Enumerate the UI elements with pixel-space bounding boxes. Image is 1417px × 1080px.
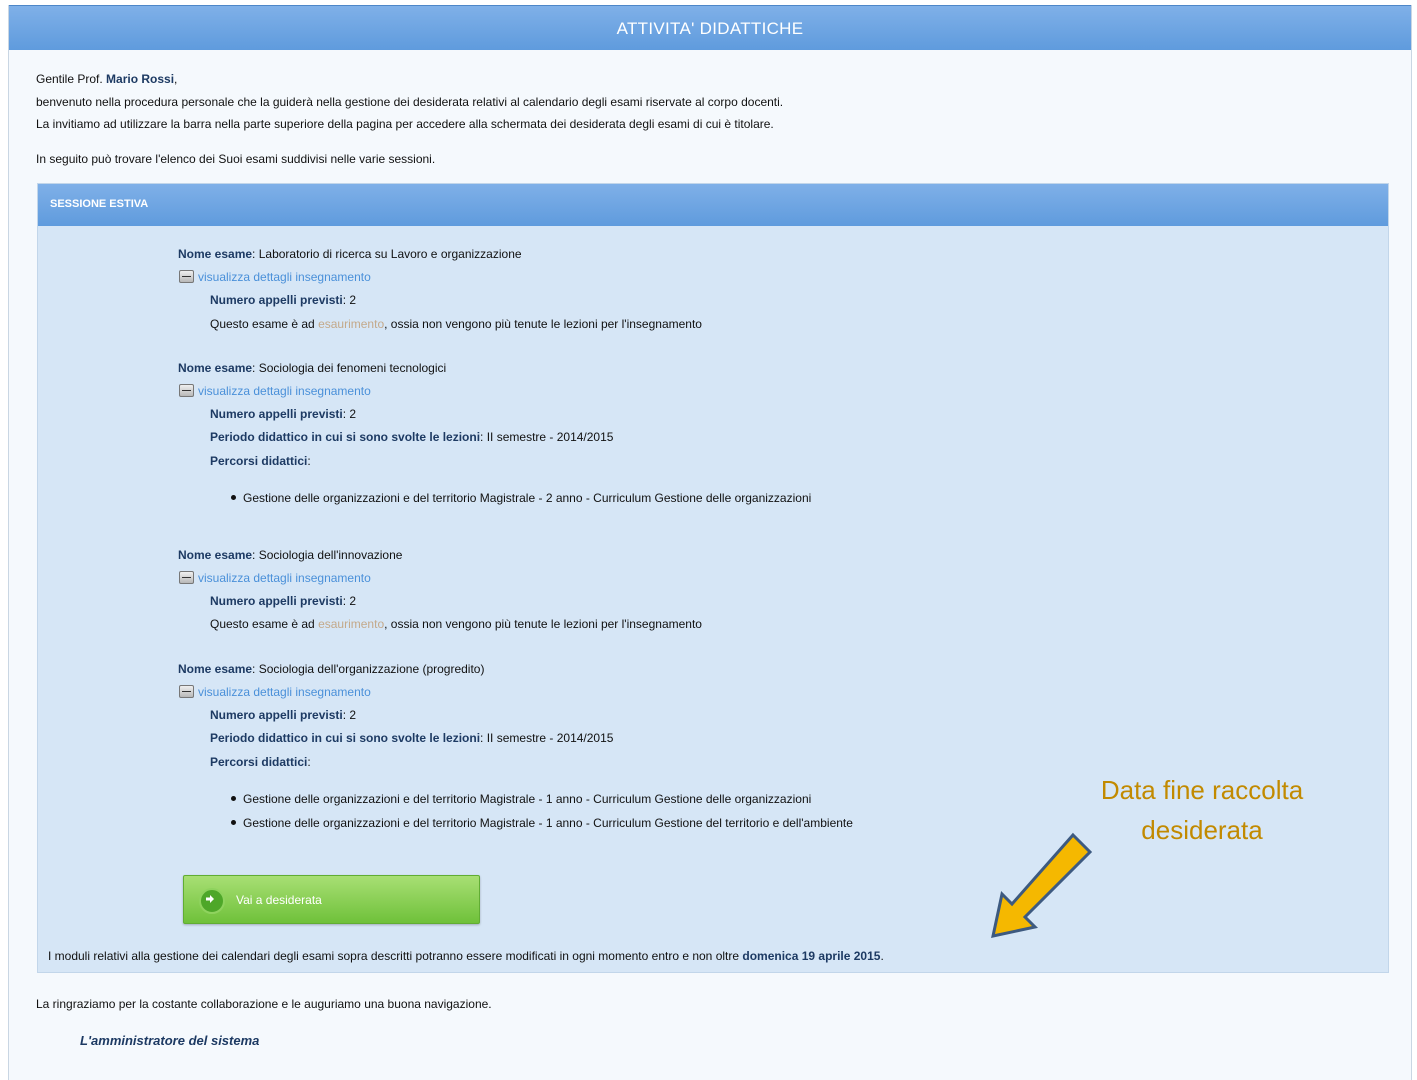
appelli-value: 2 bbox=[349, 407, 357, 421]
appelli-label: Numero appelli previsti bbox=[210, 708, 343, 722]
details-link[interactable]: visualizza dettagli insegnamento bbox=[198, 571, 371, 585]
button-label: Vai a desiderata bbox=[236, 893, 322, 907]
collapse-icon[interactable] bbox=[179, 685, 194, 699]
exam-2-periodo: Periodo didattico in cui si sono svolte … bbox=[210, 430, 614, 444]
percorso-item: Gestione delle organizzazioni e del terr… bbox=[231, 491, 811, 505]
exam-name-label: Nome esame bbox=[178, 361, 253, 375]
appelli-label: Numero appelli previsti bbox=[210, 594, 343, 608]
session-panel: SESSIONE ESTIVA Nome esame: Laboratorio … bbox=[37, 183, 1389, 973]
periodo-value: II semestre - 2014/2015 bbox=[486, 731, 614, 745]
exam-1-details-toggle[interactable]: visualizza dettagli insegnamento bbox=[179, 270, 371, 284]
details-link[interactable]: visualizza dettagli insegnamento bbox=[198, 685, 371, 699]
percorso-text: Gestione delle organizzazioni e del terr… bbox=[243, 792, 812, 806]
exam-name-value: Sociologia dell'organizzazione (progredi… bbox=[258, 662, 485, 676]
esaurimento-post: , ossia non vengono più tenute le lezion… bbox=[384, 617, 702, 631]
session-title: SESSIONE ESTIVA bbox=[50, 198, 149, 210]
periodo-value: II semestre - 2014/2015 bbox=[486, 430, 614, 444]
exam-name-value: Laboratorio di ricerca su Lavoro e organ… bbox=[258, 247, 522, 261]
greeting: Gentile Prof. Mario Rossi, bbox=[36, 72, 177, 86]
greeting-prefix: Gentile Prof. bbox=[36, 72, 107, 86]
exam-name-label: Nome esame bbox=[178, 548, 253, 562]
vai-a-desiderata-button[interactable]: Vai a desiderata bbox=[183, 875, 480, 924]
professor-name: Mario Rossi bbox=[106, 72, 175, 86]
percorso-text: Gestione delle organizzazioni e del terr… bbox=[243, 816, 853, 830]
signature: L'amministratore del sistema bbox=[80, 1033, 260, 1048]
exam-2-percorsi: Percorsi didattici: bbox=[210, 454, 311, 468]
page-title: ATTIVITA' DIDATTICHE bbox=[616, 19, 804, 38]
exam-4-appelli: Numero appelli previsti: 2 bbox=[210, 708, 357, 722]
page-frame: ATTIVITA' DIDATTICHE Gentile Prof. Mario… bbox=[8, 5, 1412, 1080]
percorso-text: Gestione delle organizzazioni e del terr… bbox=[243, 491, 812, 505]
exam-3-appelli: Numero appelli previsti: 2 bbox=[210, 594, 357, 608]
exam-2-name: Nome esame: Sociologia dei fenomeni tecn… bbox=[178, 361, 447, 375]
percorsi-label: Percorsi didattici bbox=[210, 755, 308, 769]
exam-4-percorsi: Percorsi didattici: bbox=[210, 755, 311, 769]
appelli-label: Numero appelli previsti bbox=[210, 293, 343, 307]
details-link[interactable]: visualizza dettagli insegnamento bbox=[198, 384, 371, 398]
exam-1-name: Nome esame: Laboratorio di ricerca su La… bbox=[178, 247, 522, 261]
annotation-line-2: desiderata bbox=[1141, 815, 1263, 845]
collapse-icon[interactable] bbox=[179, 384, 194, 398]
collapse-icon[interactable] bbox=[179, 571, 194, 585]
exam-2-details-toggle[interactable]: visualizza dettagli insegnamento bbox=[179, 384, 371, 398]
exam-3-details-toggle[interactable]: visualizza dettagli insegnamento bbox=[179, 571, 371, 585]
annotation-line-1: Data fine raccolta bbox=[1100, 775, 1304, 805]
bullet bbox=[231, 796, 236, 802]
deadline-end: . bbox=[880, 949, 884, 963]
appelli-value: 2 bbox=[349, 293, 357, 307]
esaurimento-pre: Questo esame è ad bbox=[210, 617, 319, 631]
deadline-notice: I moduli relativi alla gestione dei cale… bbox=[48, 949, 884, 963]
exam-3-esaurimento: Questo esame è ad esaurimento, ossia non… bbox=[210, 617, 702, 631]
exam-4-details-toggle[interactable]: visualizza dettagli insegnamento bbox=[179, 685, 371, 699]
intro-line-3: La invitiamo ad utilizzare la barra nell… bbox=[36, 117, 774, 131]
annotation-text: Data fine raccolta desiderata bbox=[1062, 770, 1342, 850]
percorso-item: Gestione delle organizzazioni e del terr… bbox=[231, 792, 811, 806]
header-bar: ATTIVITA' DIDATTICHE bbox=[9, 5, 1411, 50]
esaurimento-word: esaurimento bbox=[318, 317, 385, 331]
exam-name-value: Sociologia dell'innovazione bbox=[258, 548, 403, 562]
bullet bbox=[231, 495, 236, 501]
exam-1-esaurimento: Questo esame è ad esaurimento, ossia non… bbox=[210, 317, 702, 331]
exam-4-name: Nome esame: Sociologia dell'organizzazio… bbox=[178, 662, 485, 676]
exam-name-value: Sociologia dei fenomeni tecnologici bbox=[258, 361, 447, 375]
esaurimento-word: esaurimento bbox=[318, 617, 385, 631]
deadline-text: I moduli relativi alla gestione dei cale… bbox=[48, 949, 743, 963]
thanks-text: La ringraziamo per la costante collabora… bbox=[36, 997, 492, 1011]
intro-line-2: benvenuto nella procedura personale che … bbox=[36, 95, 784, 109]
appelli-label: Numero appelli previsti bbox=[210, 407, 343, 421]
exam-1-appelli: Numero appelli previsti: 2 bbox=[210, 293, 357, 307]
exam-name-label: Nome esame bbox=[178, 247, 253, 261]
exam-2-appelli: Numero appelli previsti: 2 bbox=[210, 407, 357, 421]
percorso-item: Gestione delle organizzazioni e del terr… bbox=[231, 816, 853, 830]
periodo-label: Periodo didattico in cui si sono svolte … bbox=[210, 430, 481, 444]
deadline-date: domenica 19 aprile 2015 bbox=[742, 949, 881, 963]
bullet bbox=[231, 820, 236, 826]
appelli-value: 2 bbox=[349, 708, 357, 722]
exam-3-name: Nome esame: Sociologia dell'innovazione bbox=[178, 548, 403, 562]
esaurimento-pre: Questo esame è ad bbox=[210, 317, 319, 331]
exam-4-periodo: Periodo didattico in cui si sono svolte … bbox=[210, 731, 614, 745]
arrow-down-left-icon bbox=[991, 832, 1093, 938]
arrow-right-icon bbox=[199, 888, 225, 914]
details-link[interactable]: visualizza dettagli insegnamento bbox=[198, 270, 371, 284]
esaurimento-post: , ossia non vengono più tenute le lezion… bbox=[384, 317, 702, 331]
exam-name-label: Nome esame bbox=[178, 662, 253, 676]
greeting-suffix: , bbox=[174, 72, 178, 86]
periodo-label: Periodo didattico in cui si sono svolte … bbox=[210, 731, 481, 745]
percorsi-label: Percorsi didattici bbox=[210, 454, 308, 468]
collapse-icon[interactable] bbox=[179, 270, 194, 284]
appelli-value: 2 bbox=[349, 594, 357, 608]
session-header: SESSIONE ESTIVA bbox=[38, 184, 1388, 226]
intro-line-4: In seguito può trovare l'elenco dei Suoi… bbox=[36, 152, 436, 166]
